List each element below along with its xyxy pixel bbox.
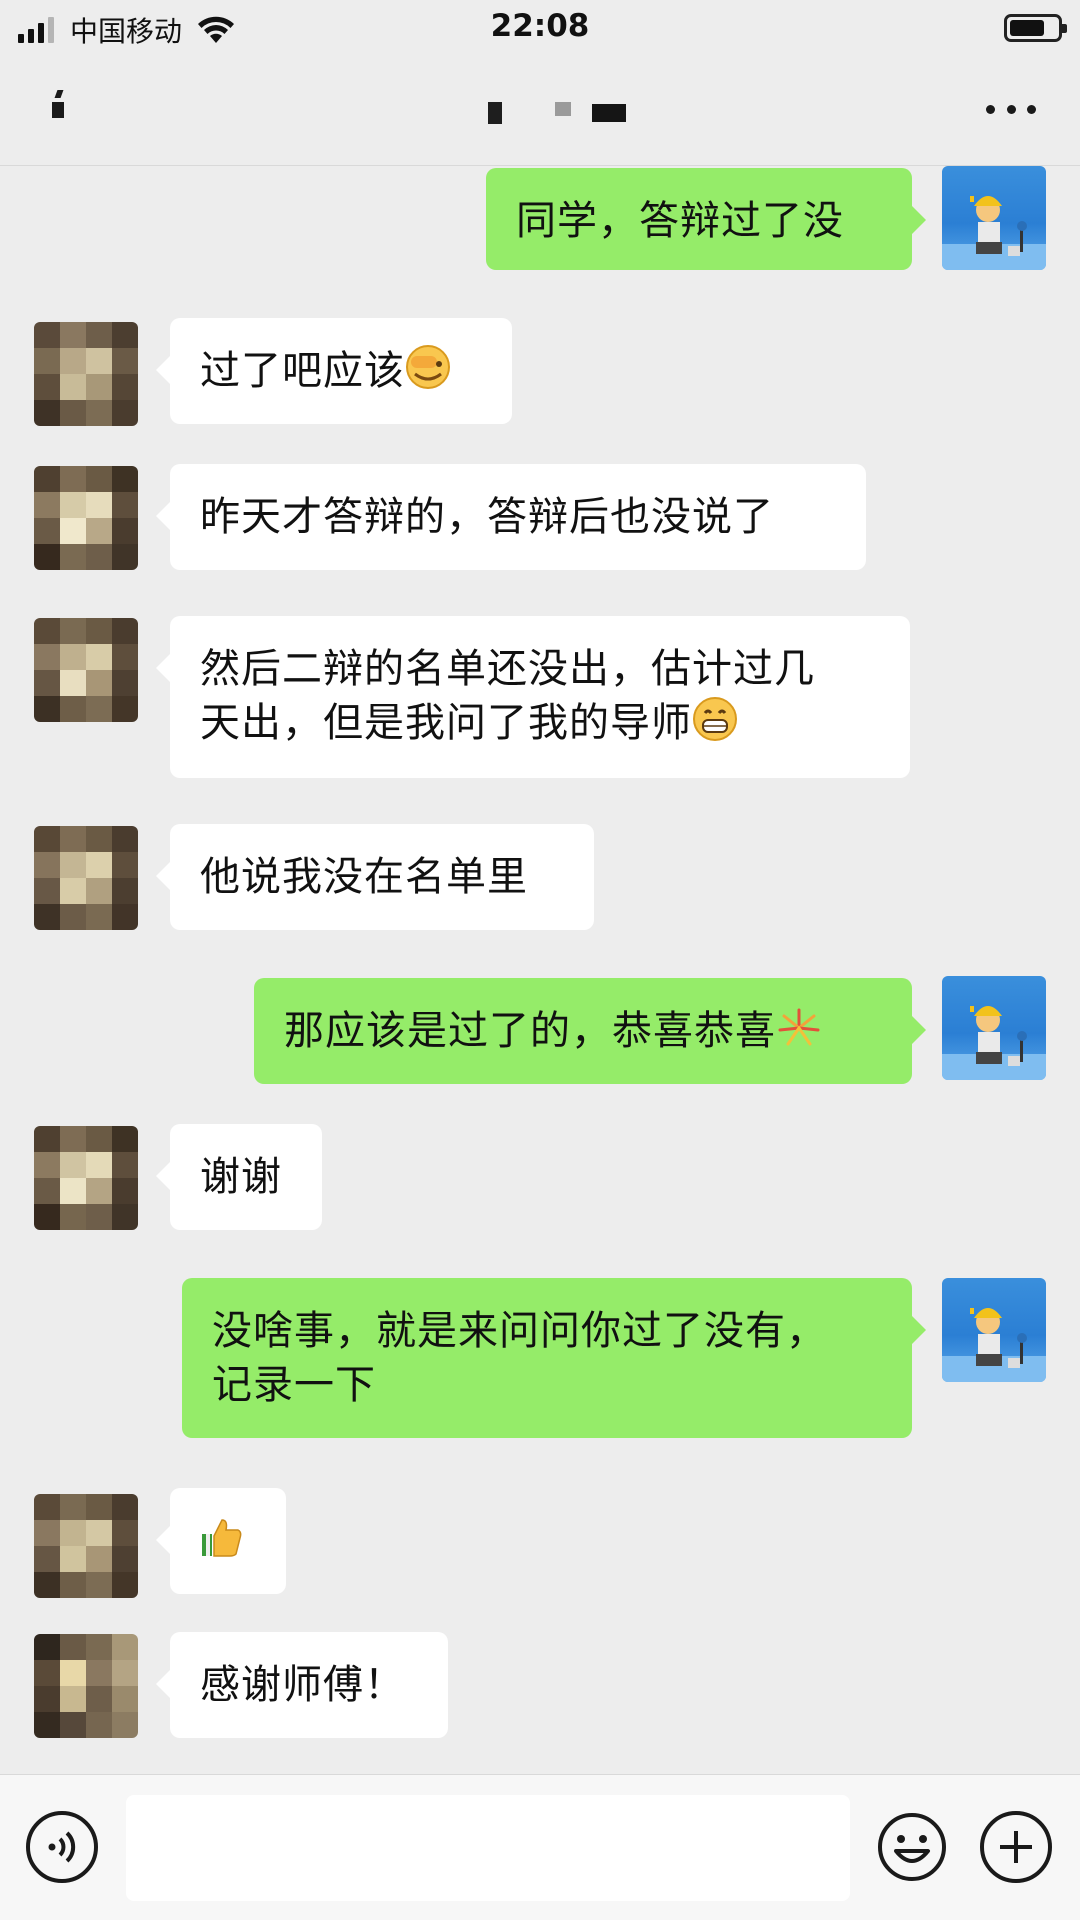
status-bar: 中国移动 22:08 [0, 0, 1080, 56]
message-row [0, 1488, 1080, 1598]
chat-area: 同学，答辩过了没 过了吧应该 昨天才答辩的，答辩后也没说了 然后二辩的名单还没出… [0, 166, 1080, 1774]
message-bubble-contact[interactable]: 昨天才答辩的，答辩后也没说了 [156, 464, 866, 570]
plus-icon[interactable] [980, 1811, 1052, 1883]
emoji-icon[interactable] [876, 1811, 948, 1883]
message-bubble-contact[interactable]: 过了吧应该 [156, 318, 512, 424]
message-bubble-contact[interactable]: 然后二辩的名单还没出，估计过几 天出，但是我问了我的导师 [156, 616, 910, 778]
message-row: 谢谢 [0, 1124, 1080, 1236]
grin-emoji [693, 697, 737, 741]
voice-icon[interactable] [26, 1811, 98, 1883]
self-avatar-image [942, 1006, 1046, 1080]
message-row: 同学，答辩过了没 [0, 166, 1080, 276]
more-icon[interactable] [986, 98, 1036, 120]
message-row: 没啥事，就是来问问你过了没有， 记录一下 [0, 1278, 1080, 1444]
self-avatar-image [942, 196, 1046, 270]
facepalm-emoji [406, 345, 450, 389]
avatar-contact-pixelated[interactable] [34, 1494, 138, 1598]
message-text: 感谢师傅！ [200, 1662, 405, 1708]
avatar-contact-pixelated[interactable] [34, 1634, 138, 1738]
message-row: 过了吧应该 [0, 316, 1080, 426]
message-row: 那应该是过了的，恭喜恭喜 [0, 976, 1080, 1086]
message-text-line: 然后二辩的名单还没出，估计过几 [200, 646, 815, 692]
back-button[interactable] [52, 90, 66, 118]
self-avatar-image [942, 1308, 1046, 1382]
message-text-line: 天出，但是我问了我的导师 [200, 700, 692, 746]
battery-icon [1004, 14, 1067, 42]
avatar-self[interactable] [942, 976, 1046, 1080]
message-row: 然后二辩的名单还没出，估计过几 天出，但是我问了我的导师 [0, 616, 1080, 784]
message-bubble-self[interactable]: 那应该是过了的，恭喜恭喜 [254, 978, 926, 1084]
message-text: 同学，答辩过了没 [516, 198, 844, 244]
message-text: 过了吧应该 [200, 348, 405, 394]
message-bubble-contact[interactable]: 他说我没在名单里 [156, 824, 594, 930]
thumbs-up-emoji [202, 1519, 242, 1557]
input-bar [0, 1774, 1080, 1920]
message-text: 他说我没在名单里 [200, 854, 528, 900]
message-text: 谢谢 [200, 1154, 282, 1200]
message-text: 昨天才答辩的，答辩后也没说了 [200, 494, 774, 540]
message-bubble-self[interactable]: 没啥事，就是来问问你过了没有， 记录一下 [182, 1278, 926, 1438]
message-row: 他说我没在名单里 [0, 824, 1080, 936]
message-input[interactable] [126, 1795, 850, 1901]
message-row: 昨天才答辩的，答辩后也没说了 [0, 464, 1080, 574]
avatar-self[interactable] [942, 1278, 1046, 1382]
message-bubble-contact[interactable]: 感谢师傅！ [156, 1632, 448, 1738]
avatar-contact-pixelated[interactable] [34, 826, 138, 930]
message-bubble-contact[interactable]: 谢谢 [156, 1124, 322, 1230]
avatar-contact-pixelated[interactable] [34, 322, 138, 426]
chat-title-redacted [480, 102, 630, 126]
status-time: 22:08 [490, 8, 590, 44]
message-bubble-self[interactable]: 同学，答辩过了没 [486, 168, 926, 270]
message-text-line: 没啥事，就是来问问你过了没有， [212, 1308, 827, 1354]
fireworks-emoji [778, 1008, 820, 1046]
avatar-self[interactable] [942, 166, 1046, 270]
avatar-contact-pixelated[interactable] [34, 1126, 138, 1230]
avatar-contact-pixelated[interactable] [34, 466, 138, 570]
message-row: 感谢师傅！ [0, 1632, 1080, 1744]
avatar-contact-pixelated[interactable] [34, 618, 138, 722]
message-bubble-contact[interactable] [156, 1488, 286, 1594]
message-text: 那应该是过了的，恭喜恭喜 [284, 1008, 776, 1054]
message-text-line: 记录一下 [212, 1362, 376, 1408]
nav-bar [0, 56, 1080, 166]
